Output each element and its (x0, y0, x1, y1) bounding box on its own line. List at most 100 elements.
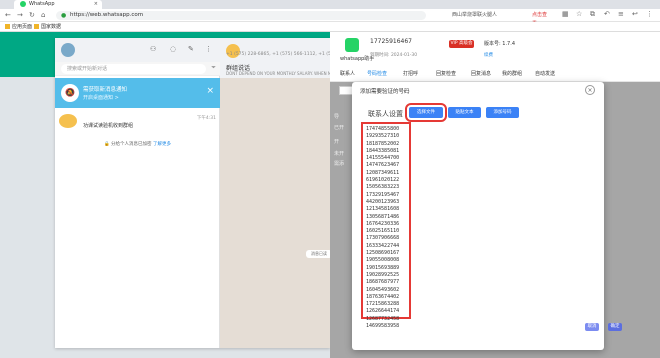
bookmark-item[interactable]: 应用页面 (5, 22, 32, 32)
url-text: https://web.whatsapp.com (70, 12, 144, 18)
star-icon[interactable]: ☆ (576, 10, 582, 18)
whatsapp-favicon-icon (20, 1, 26, 7)
search-placeholder: 搜索或开始新对话 (67, 66, 108, 72)
number-line: 16764230336 (366, 220, 400, 227)
lock-small-icon: 🔒 (104, 142, 110, 147)
url-field[interactable]: ● https://web.whatsapp.com (56, 11, 426, 20)
contact-settings-label: 联系人设置 (368, 110, 403, 118)
new-chat-icon[interactable]: ✎ (188, 45, 194, 53)
number-line: 15056383223 (366, 184, 400, 191)
filter-icon[interactable]: ⏷ (211, 64, 216, 72)
number-line: 12508690167 (366, 250, 400, 257)
number-line: 19028992525 (366, 271, 400, 278)
chat-search-bar: 搜索或开始新对话 ⏷ (55, 62, 220, 76)
bookmarks-bar: 应用页面 国家数据 (0, 22, 660, 32)
browser-search[interactable]: 西山举烧罩联火腿人 点击查看 (440, 11, 550, 27)
number-line: 12087349611 (366, 169, 400, 176)
convo-preview: DONT DEPEND ON YOUR MONTHLY SALARY. WHEN… (226, 71, 338, 76)
undo-icon[interactable]: ↩ (632, 10, 638, 18)
dialog-title: 添加需要验证的号码 (360, 89, 410, 95)
more-icon[interactable]: ⋮ (646, 10, 653, 18)
side-label: 导 (334, 114, 340, 120)
close-icon[interactable]: × (206, 86, 214, 96)
lock-icon: ● (61, 12, 67, 19)
notify-title: 需获取新消息通知 (83, 87, 128, 93)
close-icon[interactable]: × (585, 85, 595, 95)
notification-banner[interactable]: 🔕 需获取新消息通知 开启桌面通知 > × (55, 78, 220, 108)
tab-reply-message[interactable]: 回复消息 (471, 70, 491, 77)
notify-link[interactable]: 开启桌面通知 > (83, 94, 119, 101)
convo-participants: +1 (575) 228-6865, +1 (575) 566-1112, +1… (226, 52, 339, 57)
history-icon[interactable]: ↶ (604, 10, 610, 18)
group-avatar (59, 114, 77, 128)
number-line: 18443385081 (366, 147, 400, 154)
tab-number-check[interactable]: 号码检查 (367, 70, 387, 77)
numbers-textarea[interactable]: 17474855800 19293527310 18187852002 1844338… (361, 122, 411, 329)
conversation-header[interactable]: +1 (575) 228-6865, +1 (575) 566-1112, +1… (220, 38, 338, 78)
number-line: 12134581608 (366, 206, 400, 213)
chat-title: 功课试读验机收到群组 (83, 123, 134, 129)
community-icon[interactable]: ⚇ (150, 45, 156, 53)
cancel-button[interactable]: 取消 (585, 323, 599, 331)
helper-logo-icon (345, 38, 359, 52)
number-line: 14699583958 (366, 323, 400, 330)
chat-list-header (55, 38, 220, 62)
version-text: 版本号: 1.7.4 (484, 41, 515, 47)
learn-more-link[interactable]: 了解更多 (153, 142, 171, 147)
numbers-list: 17474855800 19293527310 18187852002 1844338… (366, 126, 399, 330)
number-line: 16333422744 (366, 242, 400, 249)
chat-date: 下午4:31 (196, 116, 216, 121)
add-number-button[interactable]: 添加号码 (486, 107, 519, 118)
ok-button[interactable]: 确定 (608, 323, 622, 331)
message-chip: 消息已读 (306, 250, 332, 258)
avatar[interactable] (61, 43, 75, 57)
tab-reply-check[interactable]: 回复检查 (436, 70, 456, 77)
renew-link[interactable]: 续费 (484, 52, 493, 58)
helper-phone: 17725916467 (370, 38, 412, 45)
tab-title: WhatsApp (29, 1, 55, 7)
bookmark-item[interactable]: 国家数据 (34, 22, 61, 32)
number-line: 19015693889 (366, 264, 400, 271)
search-input[interactable]: 搜索或开始新对话 (61, 64, 206, 74)
number-line: 18687687977 (366, 279, 400, 286)
bookmark-label: 国家数据 (41, 24, 62, 30)
number-line: 19293527310 (366, 133, 400, 140)
number-line: 18763674402 (366, 293, 400, 300)
side-label: 未开 (334, 151, 345, 157)
number-line: 12626644174 (366, 308, 400, 315)
reload-icon[interactable]: ↻ (29, 9, 35, 22)
menu-icon[interactable]: ≡ (618, 10, 624, 18)
vip-badge: VIP 高级会员 (449, 40, 474, 54)
expiry-text: 到期时间: 2024-01-30 (370, 53, 418, 58)
paste-text-button[interactable]: 贴贴文本 (448, 107, 481, 118)
number-line: 14155544700 (366, 155, 400, 162)
encryption-text: 分给个人消息已加密 (111, 142, 152, 147)
number-line: 17474855800 (366, 126, 400, 132)
number-line: 17215863288 (366, 301, 400, 308)
number-line: 16045493602 (366, 286, 400, 293)
forward-icon[interactable]: → (17, 9, 23, 22)
chat-list-item[interactable]: 功课试读验机收到群组 下午4:31 (55, 110, 220, 134)
choose-file-button[interactable]: 选择文件 (405, 103, 447, 122)
number-line: 13056871486 (366, 213, 400, 220)
number-line: 14747623467 (366, 162, 400, 169)
menu-dots-icon[interactable]: ⋮ (205, 45, 212, 53)
tab-auto-send[interactable]: 自动发送 (535, 70, 555, 77)
home-icon[interactable]: ⌂ (41, 9, 45, 22)
grid-icon[interactable]: ▦ (562, 10, 569, 18)
tab-close-icon[interactable]: × (94, 0, 98, 9)
search-text: 西山举烧罩联火腿人 (452, 12, 498, 18)
encryption-note: 🔒 分给个人消息已加密 了解更多 (55, 141, 220, 149)
number-line: 12687732458 (366, 315, 400, 322)
bell-off-icon: 🔕 (61, 84, 79, 102)
conversation-panel (220, 38, 330, 348)
tab-greeting[interactable]: 打招呼 (403, 70, 418, 77)
number-line: 16025165110 (366, 228, 400, 235)
browser-tab[interactable]: WhatsApp × (14, 0, 102, 9)
tab-my-groups[interactable]: 我的群组 (502, 70, 522, 77)
extension-icon[interactable]: ⧉ (590, 10, 595, 19)
status-icon[interactable]: ◌ (170, 45, 176, 53)
back-icon[interactable]: ← (5, 9, 11, 22)
tab-contacts[interactable]: 联系人 (340, 70, 355, 77)
number-line: 61961020122 (366, 177, 400, 184)
